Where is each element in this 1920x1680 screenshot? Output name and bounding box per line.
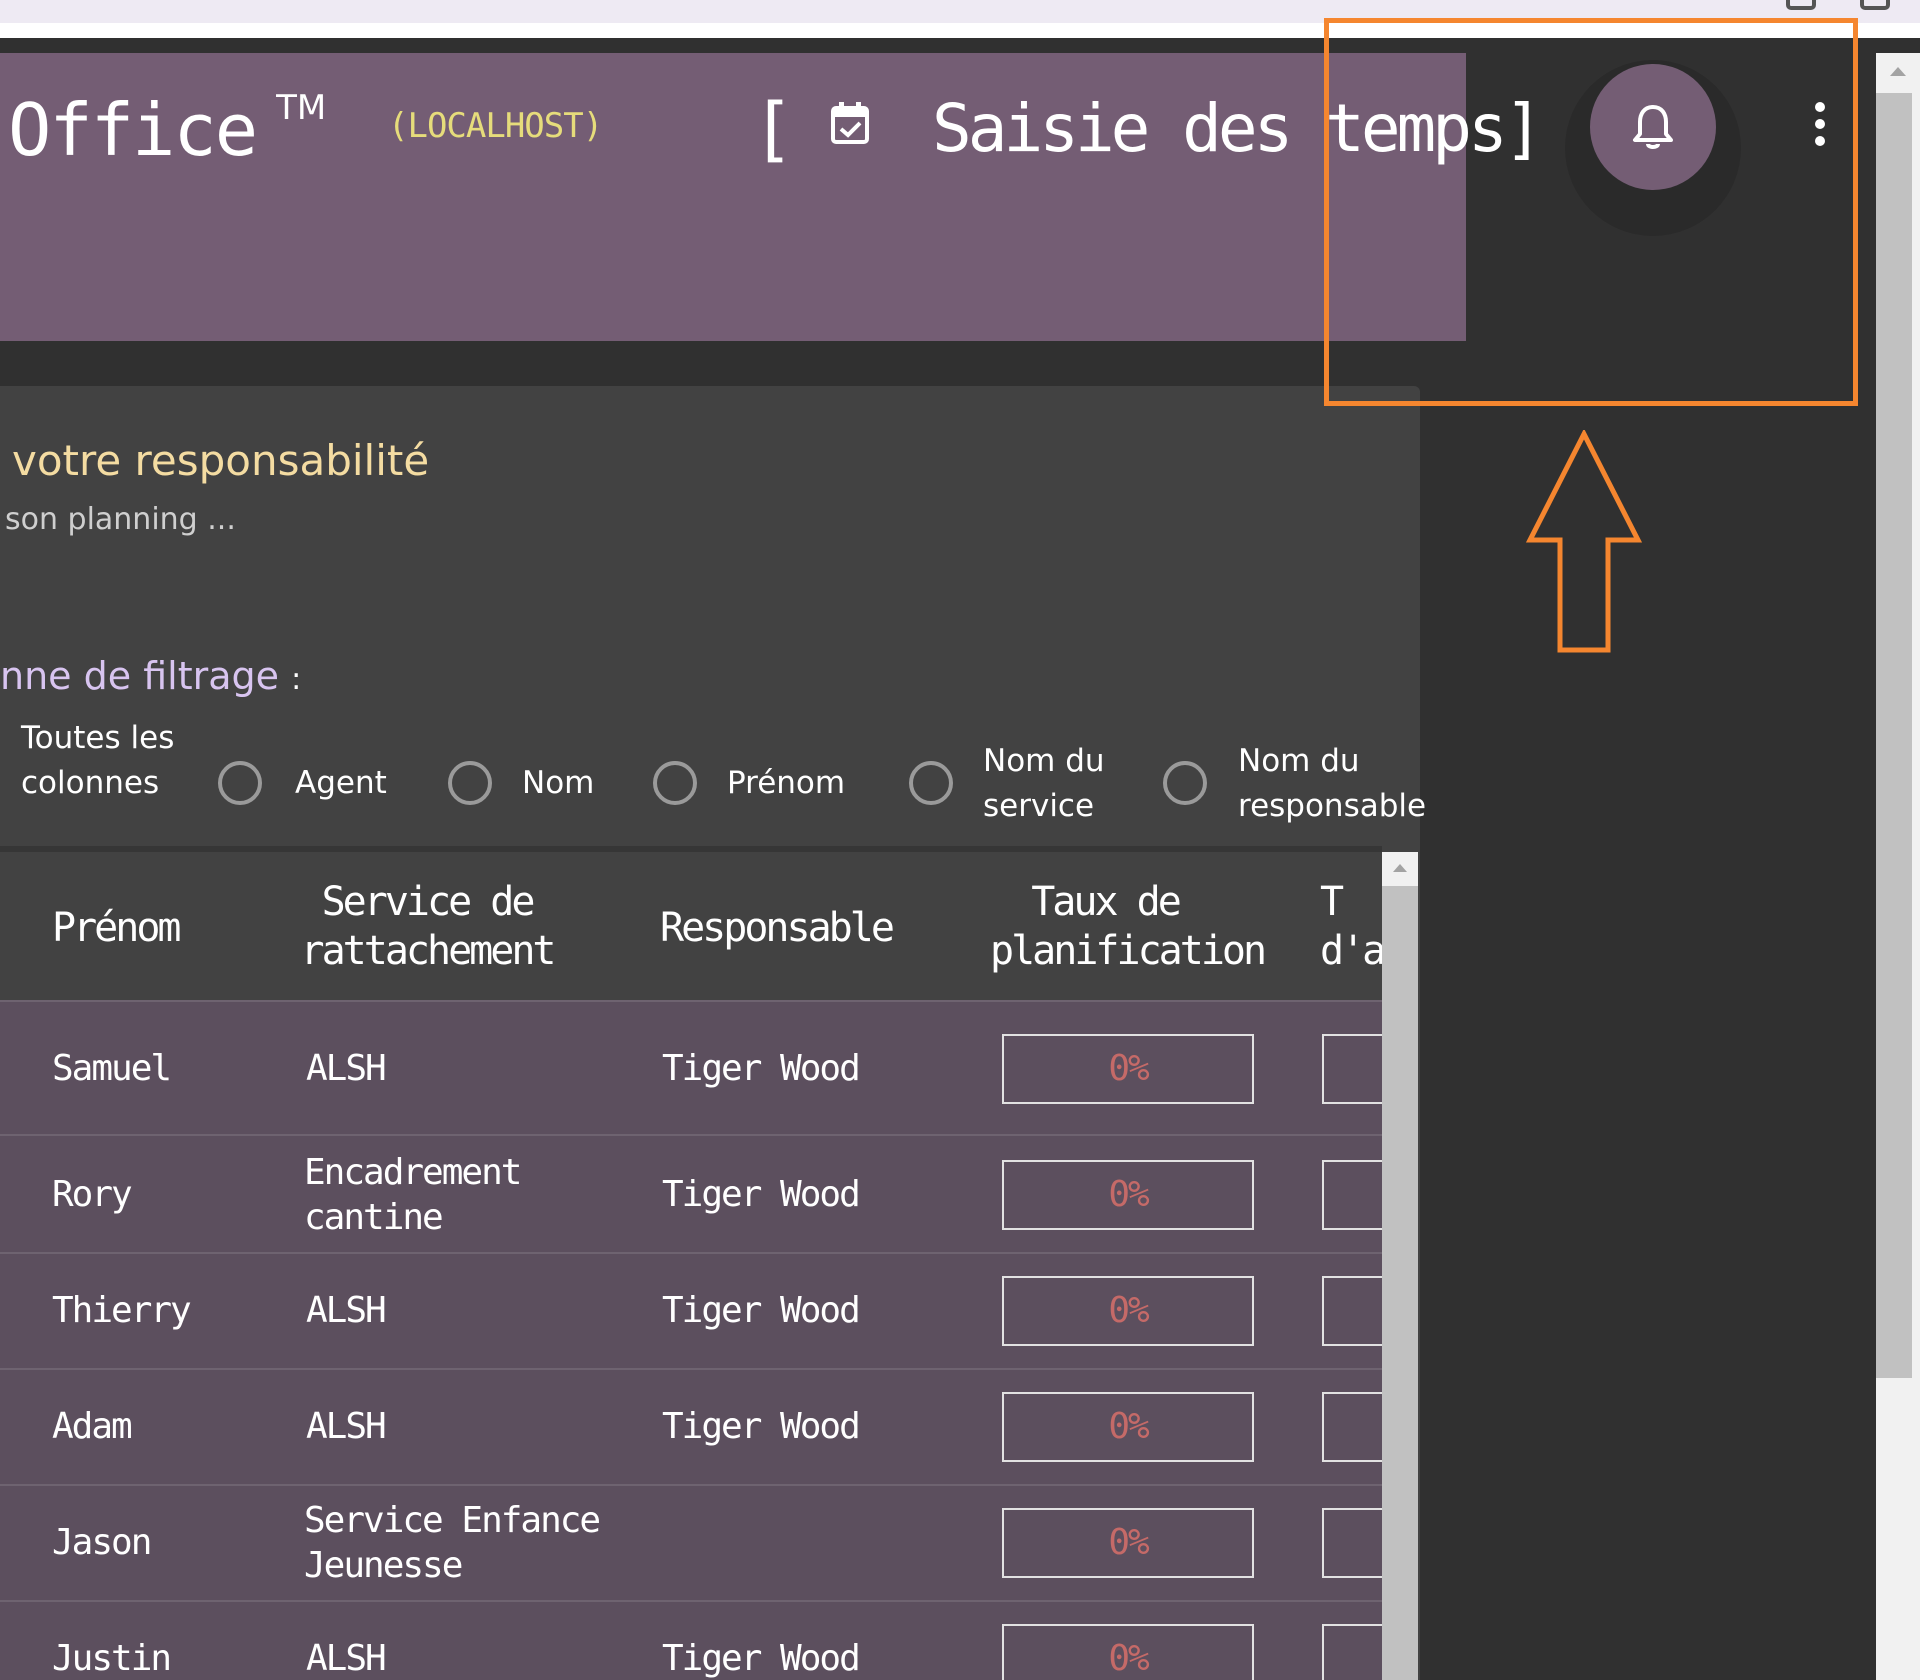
- filter-option-responsable-label[interactable]: Nom du responsable: [1238, 739, 1426, 829]
- card-title: votre responsabilité: [12, 436, 430, 485]
- filter-option-agent-label[interactable]: Agent: [295, 761, 387, 806]
- cell-taux-activite: [1322, 1392, 1382, 1462]
- cell-service: ALSH: [306, 1048, 387, 1089]
- table-header: Prénom Service de rattachement Responsab…: [0, 846, 1382, 1000]
- cell-service: ALSH: [306, 1290, 387, 1331]
- cell-taux-planification: 0%: [1002, 1392, 1254, 1462]
- cell-taux-activite: [1322, 1624, 1382, 1680]
- agents-table: Prénom Service de rattachement Responsab…: [0, 846, 1382, 1680]
- table-row[interactable]: Samuel ALSH Tiger Wood 0%: [0, 1000, 1382, 1134]
- app-title: Office TM: [8, 88, 326, 172]
- cell-responsable: Tiger Wood: [662, 1048, 861, 1089]
- column-header-prenom[interactable]: Prénom: [52, 904, 181, 953]
- cell-taux-planification: 0%: [1002, 1508, 1254, 1578]
- cell-service: Service Enfance Jeunesse: [304, 1500, 601, 1586]
- filter-option-all-columns-label[interactable]: Toutes les colonnes: [21, 716, 181, 806]
- cell-prenom: Justin: [52, 1638, 172, 1679]
- cell-prenom: Rory: [52, 1174, 133, 1215]
- cell-responsable: Tiger Wood: [662, 1638, 861, 1679]
- table-row[interactable]: Jason Service Enfance Jeunesse 0%: [0, 1484, 1382, 1600]
- cell-service: ALSH: [306, 1406, 387, 1447]
- filter-option-nom-label[interactable]: Nom: [522, 761, 594, 806]
- page-scrollbar[interactable]: [1876, 53, 1920, 1680]
- cell-prenom: Thierry: [52, 1290, 192, 1331]
- heading-bracket: [: [752, 88, 795, 170]
- filter-radio-nom[interactable]: [448, 761, 492, 805]
- key-icon[interactable]: [1786, 0, 1820, 10]
- filter-radio-nom-du-service[interactable]: [909, 761, 953, 805]
- trademark: TM: [276, 88, 327, 128]
- filter-label: nne de filtrage :: [0, 654, 301, 698]
- filter-label-text: nne de filtrage: [0, 654, 280, 698]
- filter-radio-agent[interactable]: [218, 761, 262, 805]
- page-scroll-up-icon[interactable]: [1876, 53, 1920, 93]
- cell-responsable: Tiger Wood: [662, 1406, 861, 1447]
- cell-responsable: Tiger Wood: [662, 1174, 861, 1215]
- cell-responsable: Tiger Wood: [662, 1290, 861, 1331]
- table-scrollbar[interactable]: [1382, 852, 1418, 1680]
- cell-prenom: Samuel: [52, 1048, 172, 1089]
- cell-service: ALSH: [306, 1638, 387, 1679]
- environment-label: (LOCALHOST): [388, 106, 603, 146]
- cell-taux-planification: 0%: [1002, 1034, 1254, 1104]
- page-scrollbar-thumb[interactable]: [1876, 93, 1912, 1378]
- screen-cast-icon[interactable]: [1860, 0, 1894, 10]
- table-scroll-up-icon[interactable]: [1382, 852, 1418, 886]
- cell-taux-activite: [1322, 1160, 1382, 1230]
- annotation-highlight-box: [1324, 18, 1858, 406]
- cell-taux-activite: [1322, 1276, 1382, 1346]
- filter-option-service-label[interactable]: Nom du service: [983, 739, 1133, 829]
- filter-radio-nom-du-responsable[interactable]: [1163, 761, 1207, 805]
- column-header-service[interactable]: Service de rattachement: [292, 878, 562, 976]
- column-header-taux-activite[interactable]: T d'ac: [1320, 878, 1382, 976]
- column-header-responsable[interactable]: Responsable: [660, 904, 895, 953]
- table-row[interactable]: Rory Encadrement cantine Tiger Wood 0%: [0, 1134, 1382, 1252]
- cell-prenom: Adam: [52, 1406, 133, 1447]
- table-row[interactable]: Adam ALSH Tiger Wood 0%: [0, 1368, 1382, 1484]
- filter-option-prenom-label[interactable]: Prénom: [727, 761, 845, 806]
- cell-taux-planification: 0%: [1002, 1624, 1254, 1680]
- cell-taux-planification: 0%: [1002, 1160, 1254, 1230]
- cell-taux-activite: [1322, 1034, 1382, 1104]
- annotation-arrow-up-icon: [1525, 430, 1643, 653]
- cell-taux-planification: 0%: [1002, 1276, 1254, 1346]
- filter-label-colon: :: [291, 662, 302, 697]
- cell-prenom: Jason: [52, 1522, 152, 1563]
- table-row[interactable]: Justin ALSH Tiger Wood 0%: [0, 1600, 1382, 1680]
- filter-radio-prenom[interactable]: [653, 761, 697, 805]
- column-header-taux-planification[interactable]: Taux de planification: [990, 878, 1267, 976]
- cell-service: Encadrement cantine: [304, 1152, 522, 1238]
- cell-taux-activite: [1322, 1508, 1382, 1578]
- table-row[interactable]: Thierry ALSH Tiger Wood 0%: [0, 1252, 1382, 1368]
- card-subtitle: son planning ...: [5, 502, 236, 537]
- calendar-check-icon: [831, 102, 869, 144]
- app-title-text: Office: [8, 88, 258, 172]
